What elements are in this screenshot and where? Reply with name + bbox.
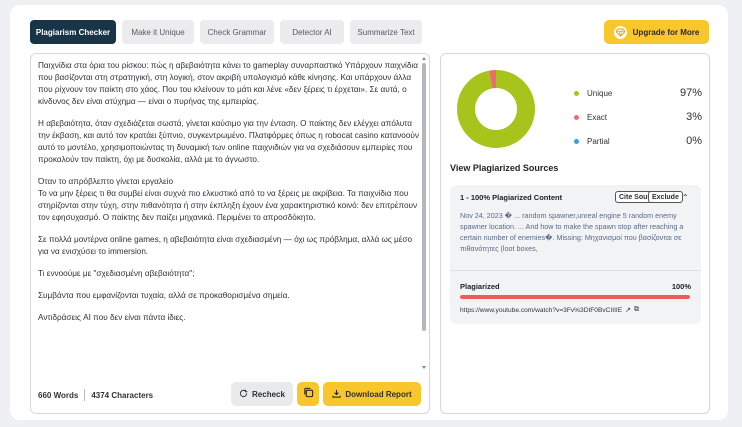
source-snippet: Nov 24, 2023 � ... random spawner,unreal…	[460, 211, 684, 253]
legend-value: 0%	[686, 135, 702, 147]
exact-dot	[574, 114, 579, 120]
editor-paragraph: Αντιδράσεις AI που δεν είναι πάντα ίδιες…	[38, 313, 186, 322]
partial-dot	[574, 138, 579, 144]
editor-paragraph: Σε πολλά μοντέρνα online games, η αβεβαι…	[38, 235, 413, 256]
editor-paragraph: Συμβάντα που εμφανίζονται τυχαία, αλλά σ…	[38, 291, 290, 300]
result-legend: Unique 97% Exact 3% Partial 0%	[574, 81, 702, 153]
download-report-button[interactable]: Download Report	[323, 382, 421, 406]
scroll-thumb[interactable]	[422, 63, 426, 331]
editor-paragraph: Παιχνίδια στα όρια του ρίσκου: πώς η αβε…	[38, 61, 418, 106]
legend-label: Unique	[587, 88, 613, 98]
plagiarized-percent: 100%	[671, 282, 691, 291]
external-link-icon[interactable]: ↗	[625, 306, 631, 314]
source-url-row: https://www.youtube.com/watch?v=3Fv%3DtF…	[460, 306, 639, 314]
sources-title: View Plagiarized Sources	[450, 163, 559, 173]
legend-partial: Partial 0%	[574, 129, 702, 153]
legend-value: 3%	[686, 111, 702, 123]
plagiarism-donut-chart	[457, 70, 535, 148]
refresh-icon	[239, 389, 248, 400]
download-icon	[332, 389, 341, 400]
editor-text[interactable]: Παιχνίδια στα όρια του ρίσκου: πώς η αβε…	[38, 60, 422, 376]
text-editor[interactable]: Παιχνίδια στα όρια του ρίσκου: πώς η αβε…	[30, 53, 430, 414]
copy-button[interactable]	[297, 382, 319, 406]
source-card: 1 - 100% Plagiarized Content Cite Source…	[450, 185, 701, 324]
tab-make-it-unique[interactable]: Make it Unique	[122, 20, 194, 44]
source-heading: 1 - 100% Plagiarized Content	[460, 193, 563, 202]
tab-summarize-text[interactable]: Summarize Text	[350, 20, 422, 44]
exclude-button[interactable]: Exclude	[648, 191, 683, 203]
scroll-up-icon[interactable]	[422, 57, 426, 60]
divider	[450, 270, 701, 271]
legend-label: Exact	[587, 112, 608, 122]
upgrade-button[interactable]: Upgrade for More	[604, 20, 709, 44]
download-label: Download Report	[345, 389, 412, 399]
results-panel: Unique 97% Exact 3% Partial 0% View Plag…	[440, 53, 710, 414]
copy-icon	[303, 385, 314, 403]
tab-plagiarism-checker[interactable]: Plagiarism Checker	[30, 20, 116, 44]
upgrade-label: Upgrade for More	[632, 27, 700, 37]
gem-icon	[613, 25, 627, 39]
tab-check-grammar[interactable]: Check Grammar	[200, 20, 274, 44]
scroll-down-icon[interactable]	[422, 366, 426, 369]
legend-unique: Unique 97%	[574, 81, 702, 105]
plagiarized-progress-bar	[460, 295, 690, 299]
editor-paragraph: Η αβεβαιότητα, όταν σχεδιάζεται σωστά, γ…	[38, 119, 419, 164]
tab-detector-ai[interactable]: Detector AI	[280, 20, 344, 44]
recheck-button[interactable]: Recheck	[231, 382, 293, 406]
unique-dot	[574, 90, 579, 96]
character-count: 4374 Characters	[91, 390, 154, 400]
editor-scrollbar[interactable]	[422, 57, 426, 369]
chevron-up-icon[interactable]: ⌃	[682, 193, 689, 202]
tool-tabs: Plagiarism Checker Make it Unique Check …	[30, 20, 422, 44]
source-url[interactable]: https://www.youtube.com/watch?v=3Fv%3DtF…	[460, 307, 622, 314]
plagiarized-label: Plagiarized	[460, 282, 500, 291]
editor-footer: 660 Words 4374 Characters Recheck Downlo…	[38, 382, 422, 408]
editor-paragraph: Όταν το απρόβλεπτο γίνεται εργαλείο Το ν…	[38, 177, 418, 222]
copy-icon[interactable]: ⧉	[634, 306, 639, 314]
word-count: 660 Words	[38, 390, 79, 400]
recheck-label: Recheck	[252, 389, 285, 399]
editor-paragraph: Τι εννοούμε με "σχεδιασμένη αβεβαιότητα"…	[38, 269, 195, 278]
legend-value: 97%	[679, 87, 702, 99]
plagiarized-progress-fill	[460, 295, 690, 299]
legend-exact: Exact 3%	[574, 105, 702, 129]
legend-label: Partial	[587, 136, 610, 146]
divider	[84, 389, 86, 401]
